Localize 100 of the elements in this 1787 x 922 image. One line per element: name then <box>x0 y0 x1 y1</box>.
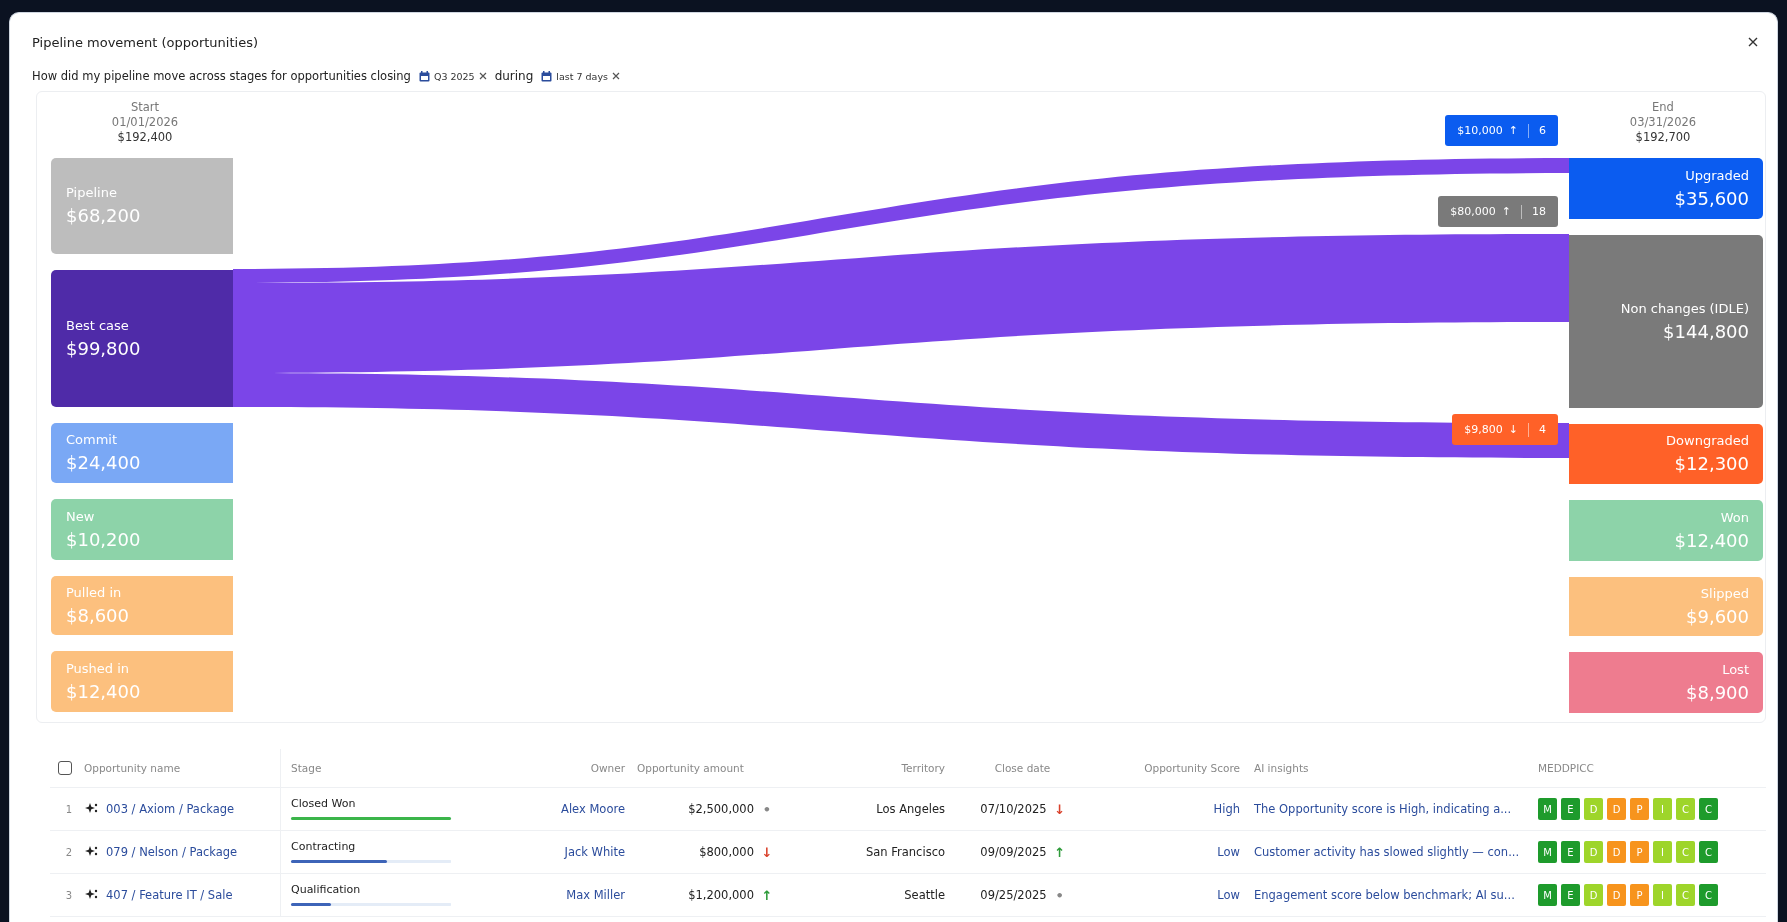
trend-mark: ↑ <box>762 887 772 903</box>
meddpicc-tag: P <box>1630 798 1649 820</box>
insight-link[interactable]: Customer activity has slowed slightly — con... <box>1254 845 1520 859</box>
column-header[interactable]: Territory <box>901 762 945 774</box>
remove-icon[interactable] <box>478 72 487 80</box>
meddpicc-tag: E <box>1561 841 1580 863</box>
score-text: High <box>1213 802 1240 816</box>
meddpicc-tag: E <box>1561 884 1580 906</box>
flow-amount: $10,000 <box>1457 124 1503 137</box>
meddpicc-tag: M <box>1538 841 1557 863</box>
trend-mark: • <box>1054 887 1065 903</box>
meddpicc-tag: D <box>1607 841 1626 863</box>
trend-mark: ↓ <box>1054 801 1065 817</box>
period-chip[interactable]: Q3 2025 <box>418 70 487 82</box>
target-node[interactable]: Non changes (IDLE) $144,800 <box>1569 235 1763 408</box>
stage-text: Contracting <box>291 840 356 853</box>
territory-text: Los Angeles <box>876 802 945 816</box>
node-value: $24,400 <box>66 451 142 475</box>
node-value: $12,300 <box>1674 452 1749 476</box>
row-number: 3 <box>65 889 73 901</box>
start-label: Start <box>130 100 160 115</box>
meddpicc-tag: C <box>1699 884 1718 906</box>
node-value: $12,400 <box>1674 528 1749 553</box>
end-label: End <box>1652 100 1674 115</box>
owner-link[interactable]: Max Miller <box>566 888 625 902</box>
target-node[interactable]: Downgraded $12,300 <box>1569 424 1763 484</box>
meddpicc-tag: D <box>1584 798 1603 820</box>
column-header[interactable]: AI insights <box>1254 762 1309 774</box>
score-text: Low <box>1217 888 1240 902</box>
stage-text: Qualification <box>291 883 361 896</box>
node-label: Lost <box>1722 660 1749 679</box>
node-label: Non changes (IDLE) <box>1620 299 1749 318</box>
opportunity-link[interactable]: 003 / Axiom / Package <box>106 802 235 816</box>
start-total: $192,400 <box>117 130 173 145</box>
row-number: 2 <box>65 846 73 858</box>
node-label: Best case <box>66 316 130 335</box>
query-text: How did my pipeline move across stages for opportunities closing <box>32 69 411 83</box>
opportunity-link[interactable]: 079 / Nelson / Package <box>106 845 238 859</box>
column-header[interactable]: Opportunity Score <box>1144 762 1240 774</box>
insight-link[interactable]: The Opportunity score is High, indicating a... <box>1254 802 1512 816</box>
flow-arrow: ↑ <box>1508 124 1518 137</box>
territory-text: Seattle <box>904 888 945 902</box>
target-node[interactable]: Upgraded $35,600 <box>1569 158 1763 219</box>
column-header[interactable]: Opportunity amount <box>637 762 744 774</box>
meddpicc-tag: D <box>1584 884 1603 906</box>
flow-count: 18 <box>1532 205 1546 218</box>
node-value: $35,600 <box>1674 186 1749 211</box>
source-node[interactable]: Commit $24,400 <box>51 423 234 483</box>
meddpicc-tag: M <box>1538 798 1557 820</box>
meddpicc-tag: C <box>1676 798 1695 820</box>
territory-text: San Francisco <box>866 845 945 859</box>
column-header[interactable]: Opportunity name <box>84 762 181 774</box>
insight-link[interactable]: Engagement score below benchmark; AI su... <box>1254 888 1515 902</box>
node-value: $9,600 <box>1686 604 1749 629</box>
column-header[interactable]: Stage <box>291 762 322 774</box>
opportunity-link[interactable]: 407 / Feature IT / Sale <box>106 888 233 902</box>
meddpicc-tag: C <box>1699 798 1718 820</box>
trend-mark: • <box>762 801 772 817</box>
close-date-text: 07/10/2025 <box>980 802 1047 816</box>
node-label: Won <box>1720 508 1749 527</box>
node-label: Upgraded <box>1685 166 1749 185</box>
node-value: $12,400 <box>66 679 142 704</box>
close-icon <box>1747 36 1759 48</box>
node-value: $10,200 <box>66 527 142 552</box>
node-label: Commit <box>66 431 119 449</box>
close-date-text: 09/09/2025 <box>980 845 1047 859</box>
node-value: $8,600 <box>66 603 130 628</box>
close-date-text: 09/25/2025 <box>980 888 1047 902</box>
window-title: Pipeline movement (opportunities) <box>32 34 258 50</box>
meddpicc-tag: C <box>1676 841 1695 863</box>
column-header[interactable]: Owner <box>590 762 625 774</box>
start-date: 01/01/2026 <box>111 115 179 130</box>
node-value: $68,200 <box>66 204 142 228</box>
trend-mark: ↑ <box>1054 844 1065 860</box>
owner-link[interactable]: Jack White <box>564 845 625 859</box>
meddpicc-tag: D <box>1607 884 1626 906</box>
node-label: Pipeline <box>66 184 118 202</box>
query-text: during <box>494 69 534 83</box>
trend-mark: ↓ <box>762 844 772 860</box>
flow-count: 4 <box>1539 423 1546 436</box>
node-label: New <box>66 507 96 526</box>
calendar-icon <box>418 70 430 82</box>
owner-link[interactable]: Alex Moore <box>561 802 625 816</box>
meddpicc-tag: C <box>1699 841 1718 863</box>
column-header[interactable]: Close date <box>994 762 1051 774</box>
meddpicc-tag: P <box>1630 884 1649 906</box>
node-label: Pushed in <box>66 659 131 678</box>
window-chip[interactable]: last 7 days <box>541 70 620 82</box>
meddpicc-tag: D <box>1607 798 1626 820</box>
amount-text: $2,500,000 <box>688 802 754 816</box>
source-node[interactable]: Best case $99,800 <box>51 270 234 407</box>
select-all-checkbox[interactable] <box>58 761 72 775</box>
amount-text: $800,000 <box>699 845 754 859</box>
column-header[interactable]: MEDDPICC <box>1538 762 1594 774</box>
chip-label: Q3 2025 <box>433 70 475 82</box>
meddpicc-tag: I <box>1653 841 1672 863</box>
flow-arrow: ↓ <box>1508 423 1518 436</box>
meddpicc-tag: C <box>1676 884 1695 906</box>
target-node[interactable]: Lost $8,900 <box>1569 652 1763 713</box>
remove-icon[interactable] <box>612 72 620 80</box>
